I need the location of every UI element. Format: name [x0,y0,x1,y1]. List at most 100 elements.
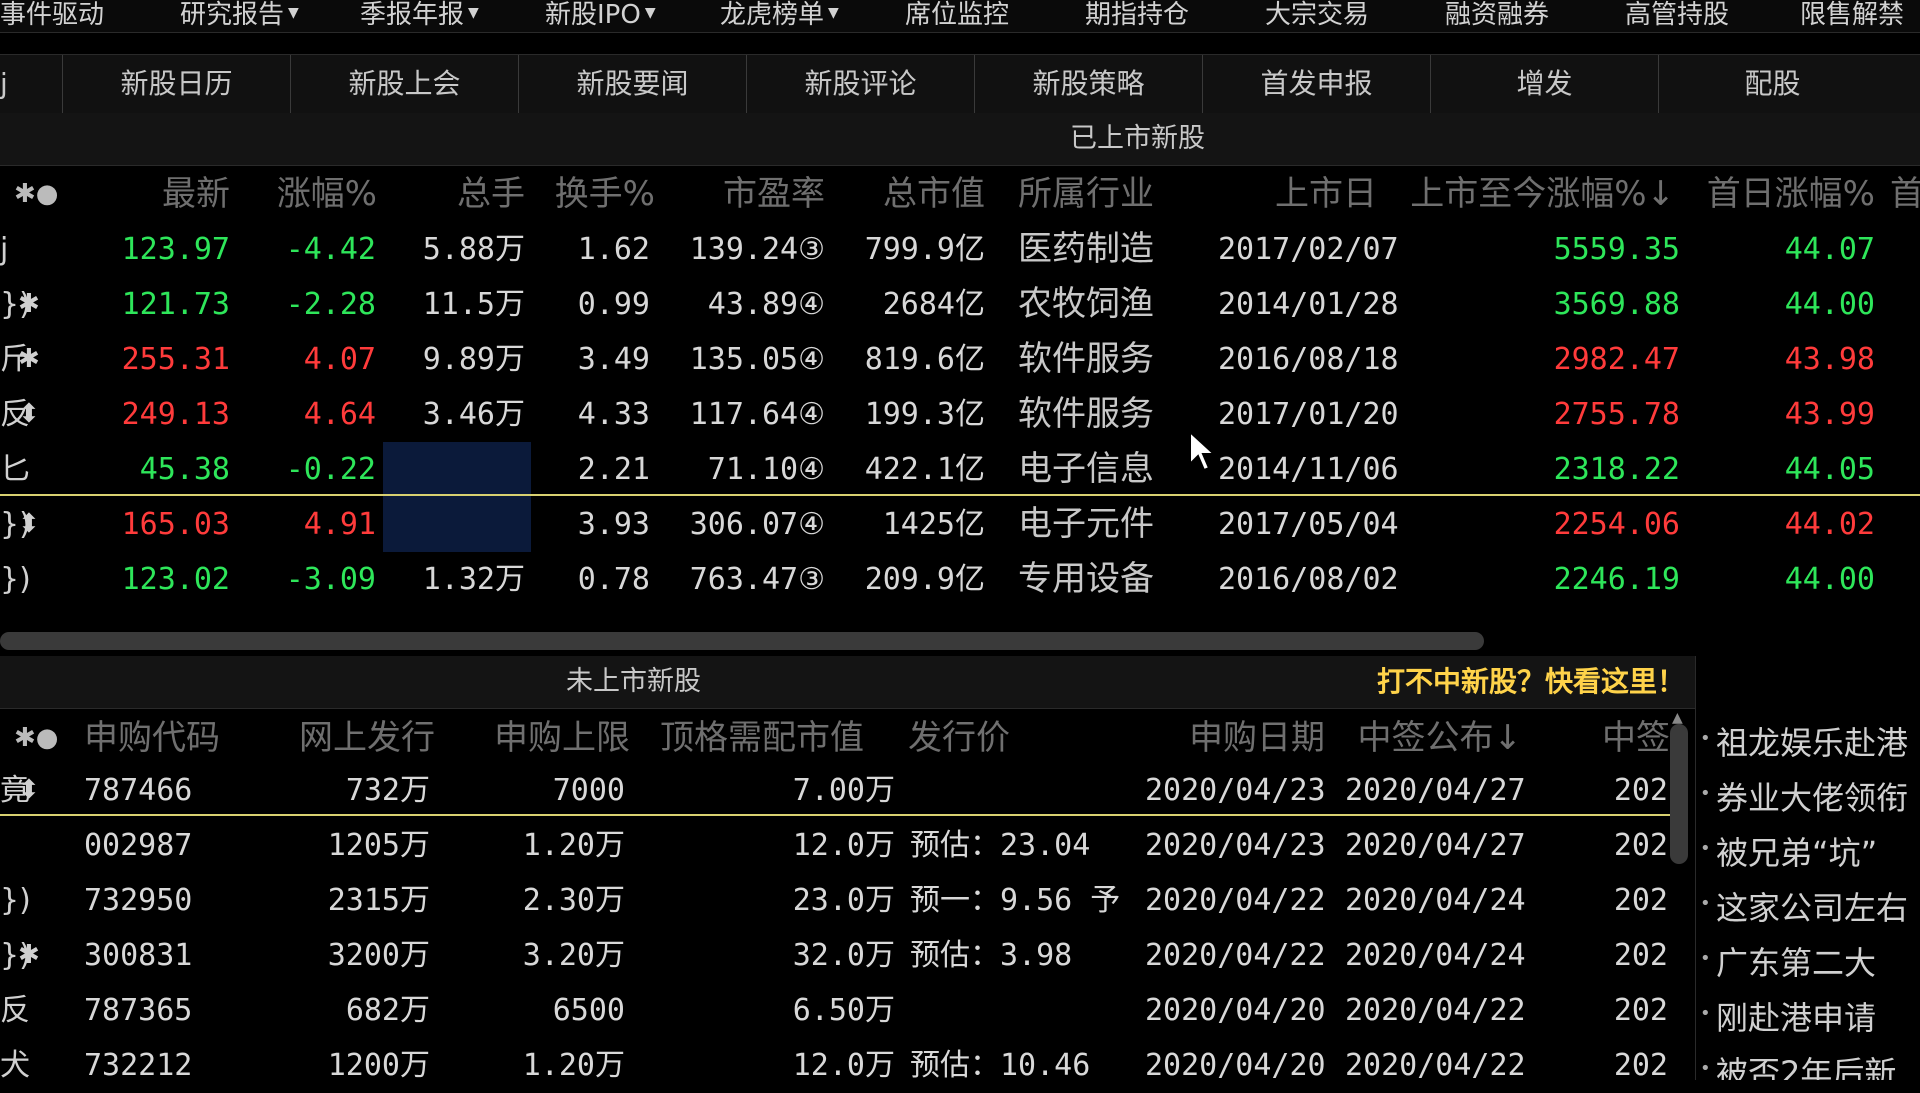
vertical-scrollbar[interactable] [1670,724,1688,864]
unlisted-cell-limit: 6500 [552,993,625,1028]
news-item[interactable]: 被兄弟“坑” [1700,828,1877,874]
horizontal-scrollbar[interactable] [0,632,1484,650]
listed-col-header[interactable]: 涨幅% [265,166,377,222]
promo-link[interactable]: 打不中新股？快看这里！ [1377,660,1685,700]
unlisted-cell-yr: 202 [1613,828,1668,863]
unlisted-row[interactable]: }) 732950 2315万 2.30万 23.0万 预一：9.56 予 2020/04/… [0,873,1670,928]
unlisted-cell-issue: 3200万 [327,938,430,973]
listed-col-header[interactable]: 换手% [545,166,655,222]
top-menu-label: 席位监控 [905,0,1010,30]
top-menu-label: 期指持仓 [1085,0,1190,30]
top-menu-label: 研究报告 [180,0,285,30]
tab-2[interactable]: 新股上会 [290,55,518,113]
tab-8[interactable]: 配股 [1658,55,1886,113]
unlisted-cell-yr: 202 [1613,773,1668,808]
top-menu-item[interactable]: 季报年报 ▼ [360,0,479,31]
listed-cell-pe: 306.07④ [689,507,825,542]
unlisted-col-header[interactable]: 申购上限 [465,710,630,766]
tab-5[interactable]: 新股策略 [974,55,1202,113]
listed-col-header[interactable]: 首日涨幅% [1690,166,1875,222]
listed-col-header[interactable]: 所属行业 [1018,166,1178,222]
unlisted-row[interactable]: 反 787365 682万 6500 6.50万 2020/04/20 2020/04/22… [0,983,1670,1038]
unlisted-cell-sub: 2020/04/20 [1145,993,1326,1028]
unlisted-row[interactable]: }) ✱ 300831 3200万 3.20万 32.0万 预估：3.98 2020/04/2… [0,928,1670,983]
top-menu-label: 事件驱动 [0,0,105,30]
top-menu-item[interactable]: 限售解禁 [1800,0,1904,31]
listed-cell-first: 44.00 [1784,562,1875,597]
news-item[interactable]: 券业大佬领衔 [1700,773,1908,819]
tab-1[interactable]: 新股日历 [62,55,290,113]
listed-col-header[interactable]: 总市值 [830,166,985,222]
unlisted-col-header[interactable]: 申购代码 [84,710,244,766]
top-menu-bar: 事件驱动 研究报告 ▼ 季报年报 ▼ 新股IPO ▼ 龙虎榜单 ▼ 席位监控 期指持仓 大宗交易 融资融… [0,0,1920,33]
tab-4[interactable]: 新股评论 [746,55,974,113]
top-menu-item[interactable]: 融资融券 [1445,0,1549,31]
unlisted-cell-price [910,983,1135,1038]
news-item[interactable]: 刚赴港申请 [1700,993,1876,1039]
listed-cell-first: 43.99 [1784,397,1875,432]
listed-row[interactable]: 匕45.38-0.2220.6万2.2171.10④422.1亿电子信息2014… [0,442,1920,497]
tab-0[interactable]: j [0,55,62,113]
tab-6[interactable]: 首发申报 [1202,55,1430,113]
row-edge-text: 反 [0,993,30,1028]
news-item[interactable]: 广东第二大 [1700,938,1876,984]
listed-cell-since: 2246.19 [1553,562,1680,597]
listed-cell-ind: 农牧饲渔 [1018,284,1154,324]
news-item[interactable]: 祖龙娱乐赴港 [1700,718,1908,764]
top-menu-item[interactable]: 期指持仓 [1085,0,1189,31]
row-edge-text: j [0,232,9,267]
listed-row[interactable]: }) ✱ 121.73 -2.28 11.5万 0.99 43.89④ 2684亿 农牧饲渔 20… [0,277,1920,332]
listed-row[interactable]: }) 123.02 -3.09 1.32万 0.78 763.47③ 209.9亿 专用设备 2… [0,552,1920,607]
top-menu-item[interactable]: 新股IPO ▼ [545,0,656,31]
unlisted-col-header[interactable]: 网上发行 [270,710,435,766]
news-item[interactable]: 被否2年后新 [1700,1048,1896,1080]
unlisted-col-header[interactable]: 顶格需配市值 [660,710,900,766]
listed-row[interactable]: })⬍165.034.916.15万3.93306.07④1425亿电子元件20… [0,497,1920,552]
top-menu-item[interactable]: 研究报告 ▼ [180,0,299,31]
unlisted-row[interactable]: 竟 ⬍ 787466 732万 7000 7.00万 2020/04/23 2020/04/2… [0,763,1670,818]
listed-col-header[interactable]: 上市日 [1275,166,1377,222]
unlisted-row[interactable]: 002987 1205万 1.20万 12.0万 预估：23.04 2020/04/23 2… [0,818,1670,873]
listed-col-header[interactable]: ✱● [14,166,104,222]
tab-7[interactable]: 增发 [1430,55,1658,113]
top-menu-item[interactable]: 大宗交易 [1265,0,1369,31]
top-menu-item[interactable]: 席位监控 [905,0,1009,31]
news-item[interactable]: 这家公司左右 [1700,883,1908,929]
unlisted-cell-ann: 2020/04/22 [1345,993,1526,1028]
listed-col-header[interactable]: 总手 [385,166,525,222]
top-menu-item[interactable]: 高管持股 [1625,0,1729,31]
unlisted-col-header[interactable]: 申购日期 [1150,710,1325,766]
unlisted-row[interactable]: 犬 732212 1200万 1.20万 12.0万 预估：10.46 2020/04/20… [0,1038,1670,1093]
unlisted-col-header[interactable]: 中签 [1580,710,1670,766]
unlisted-cell-code: 787365 [84,993,193,1028]
top-menu-item[interactable]: 龙虎榜单 ▼ [720,0,839,31]
unlisted-cell-yr: 202 [1613,938,1668,973]
listed-cell-cap: 2684亿 [882,287,985,322]
listed-col-header[interactable]: 市盈率 [660,166,825,222]
listed-cell-since: 5559.35 [1553,232,1680,267]
unlisted-cell-sub: 2020/04/22 [1145,883,1326,918]
chevron-down-icon: ▼ [828,5,839,21]
row-selection-line [0,494,1920,496]
unlisted-col-header[interactable]: 中签公布↓ [1340,710,1523,766]
listed-col-header[interactable]: 首 [1890,166,1920,222]
top-menu-item[interactable]: 事件驱动 [0,0,104,31]
listed-row[interactable]: j 123.97 -4.42 5.88万 1.62 139.24③ 799.9亿 医药制造 20… [0,222,1920,277]
listed-col-header[interactable]: 上市至今涨幅%↓ [1405,166,1675,222]
listed-col-header[interactable]: 最新 [100,166,230,222]
unlisted-cell-need: 12.0万 [792,828,895,863]
unlisted-cell-yr: 202 [1613,883,1668,918]
unlisted-col-header[interactable]: 发行价 [908,710,1048,766]
listed-cell-ind: 软件服务 [1018,394,1154,434]
listed-row[interactable]: 斤 ✱ 255.31 4.07 9.89万 3.49 135.05④ 819.6亿 软件服务 20… [0,332,1920,387]
unlisted-col-header[interactable]: ✱● [14,710,74,766]
unlisted-cell-code: 787466 [84,773,193,808]
scroll-up-icon[interactable]: ▲ [1672,710,1686,726]
unlisted-cell-yr: 202 [1613,993,1668,1028]
row-edge-text: 犬 [0,1048,30,1083]
row-flag-icon: ✱ [18,344,40,374]
listed-cell-chg: -2.28 [285,287,376,322]
tab-3[interactable]: 新股要闻 [518,55,746,113]
listed-cell-latest: 249.13 [121,397,230,432]
listed-row[interactable]: 反 ⬍ 249.13 4.64 3.46万 4.33 117.64④ 199.3亿 软件服务 20… [0,387,1920,442]
